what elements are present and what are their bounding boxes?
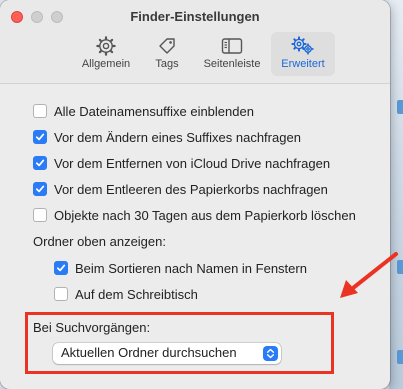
checkmark-icon [35, 159, 45, 167]
checkbox-checked[interactable] [33, 130, 47, 144]
desktop-item [397, 350, 403, 364]
desktop-item [397, 100, 403, 114]
gear-icon [96, 36, 116, 56]
option-label: Vor dem Entfernen von iCloud Drive nachf… [54, 155, 331, 171]
tab-seitenleiste[interactable]: Seitenleiste [196, 32, 268, 76]
tab-tags[interactable]: Tags [148, 32, 186, 76]
window-title: Finder-Einstellungen [130, 9, 260, 24]
tab-allgemein[interactable]: Allgemein [78, 32, 134, 76]
chevron-updown-icon [263, 346, 278, 361]
option-label: Auf dem Schreibtisch [75, 286, 198, 302]
checkmark-icon [56, 264, 66, 272]
checkmark-icon [35, 185, 45, 193]
search-scope-select[interactable]: Aktuellen Ordner durchsuchen [53, 343, 281, 364]
checkbox[interactable] [33, 208, 47, 222]
checkbox-checked[interactable] [33, 156, 47, 170]
tag-icon [159, 38, 175, 54]
checkbox-checked[interactable] [33, 182, 47, 196]
tab-label: Allgemein [81, 58, 131, 70]
option-warn-empty-trash[interactable]: Vor dem Entleeren des Papierkorbs nachfr… [33, 180, 328, 198]
checkbox[interactable] [54, 287, 68, 301]
select-value: Aktuellen Ordner durchsuchen [61, 345, 237, 360]
option-remove-trash-after-30-days[interactable]: Objekte nach 30 Tagen aus dem Papierkorb… [33, 206, 356, 224]
search-heading: Bei Suchvorgängen: [33, 320, 151, 335]
option-folders-top-desktop[interactable]: Auf dem Schreibtisch [54, 285, 198, 303]
tab-label: Tags [155, 58, 179, 70]
option-label: Alle Dateinamensuffixe einblenden [54, 103, 254, 119]
desktop-background [389, 0, 403, 389]
tab-label: Erweitert [281, 58, 325, 70]
option-label: Vor dem Entleeren des Papierkorbs nachfr… [54, 181, 328, 197]
option-label: Vor dem Ändern eines Suffixes nachfragen [54, 129, 301, 145]
finder-settings-window: Finder-Einstellungen Allgemein Tags Seit… [0, 0, 390, 389]
checkmark-icon [35, 133, 45, 141]
option-folders-top-windows[interactable]: Beim Sortieren nach Namen in Fenstern [54, 259, 307, 277]
checkbox-checked[interactable] [54, 261, 68, 275]
settings-content: Alle Dateinamensuffixe einblenden Vor de… [0, 85, 390, 389]
option-label: Beim Sortieren nach Namen in Fenstern [75, 260, 307, 276]
title-bar: Finder-Einstellungen Allgemein Tags Seit… [0, 0, 390, 84]
toolbar: Allgemein Tags Seitenleiste Erweitert [0, 32, 390, 78]
tab-label: Seitenleiste [203, 58, 261, 70]
option-label: Objekte nach 30 Tagen aus dem Papierkorb… [54, 207, 356, 223]
gears-icon [291, 36, 314, 55]
sidebar-icon [221, 38, 243, 54]
option-show-all-extensions[interactable]: Alle Dateinamensuffixe einblenden [33, 102, 254, 120]
folders-on-top-heading: Ordner oben anzeigen: [33, 234, 166, 249]
checkbox[interactable] [33, 104, 47, 118]
tab-erweitert[interactable]: Erweitert [271, 32, 335, 76]
annotation-arrow-icon [340, 252, 398, 298]
option-warn-remove-icloud[interactable]: Vor dem Entfernen von iCloud Drive nachf… [33, 154, 330, 172]
option-warn-change-extension[interactable]: Vor dem Ändern eines Suffixes nachfragen [33, 128, 301, 146]
